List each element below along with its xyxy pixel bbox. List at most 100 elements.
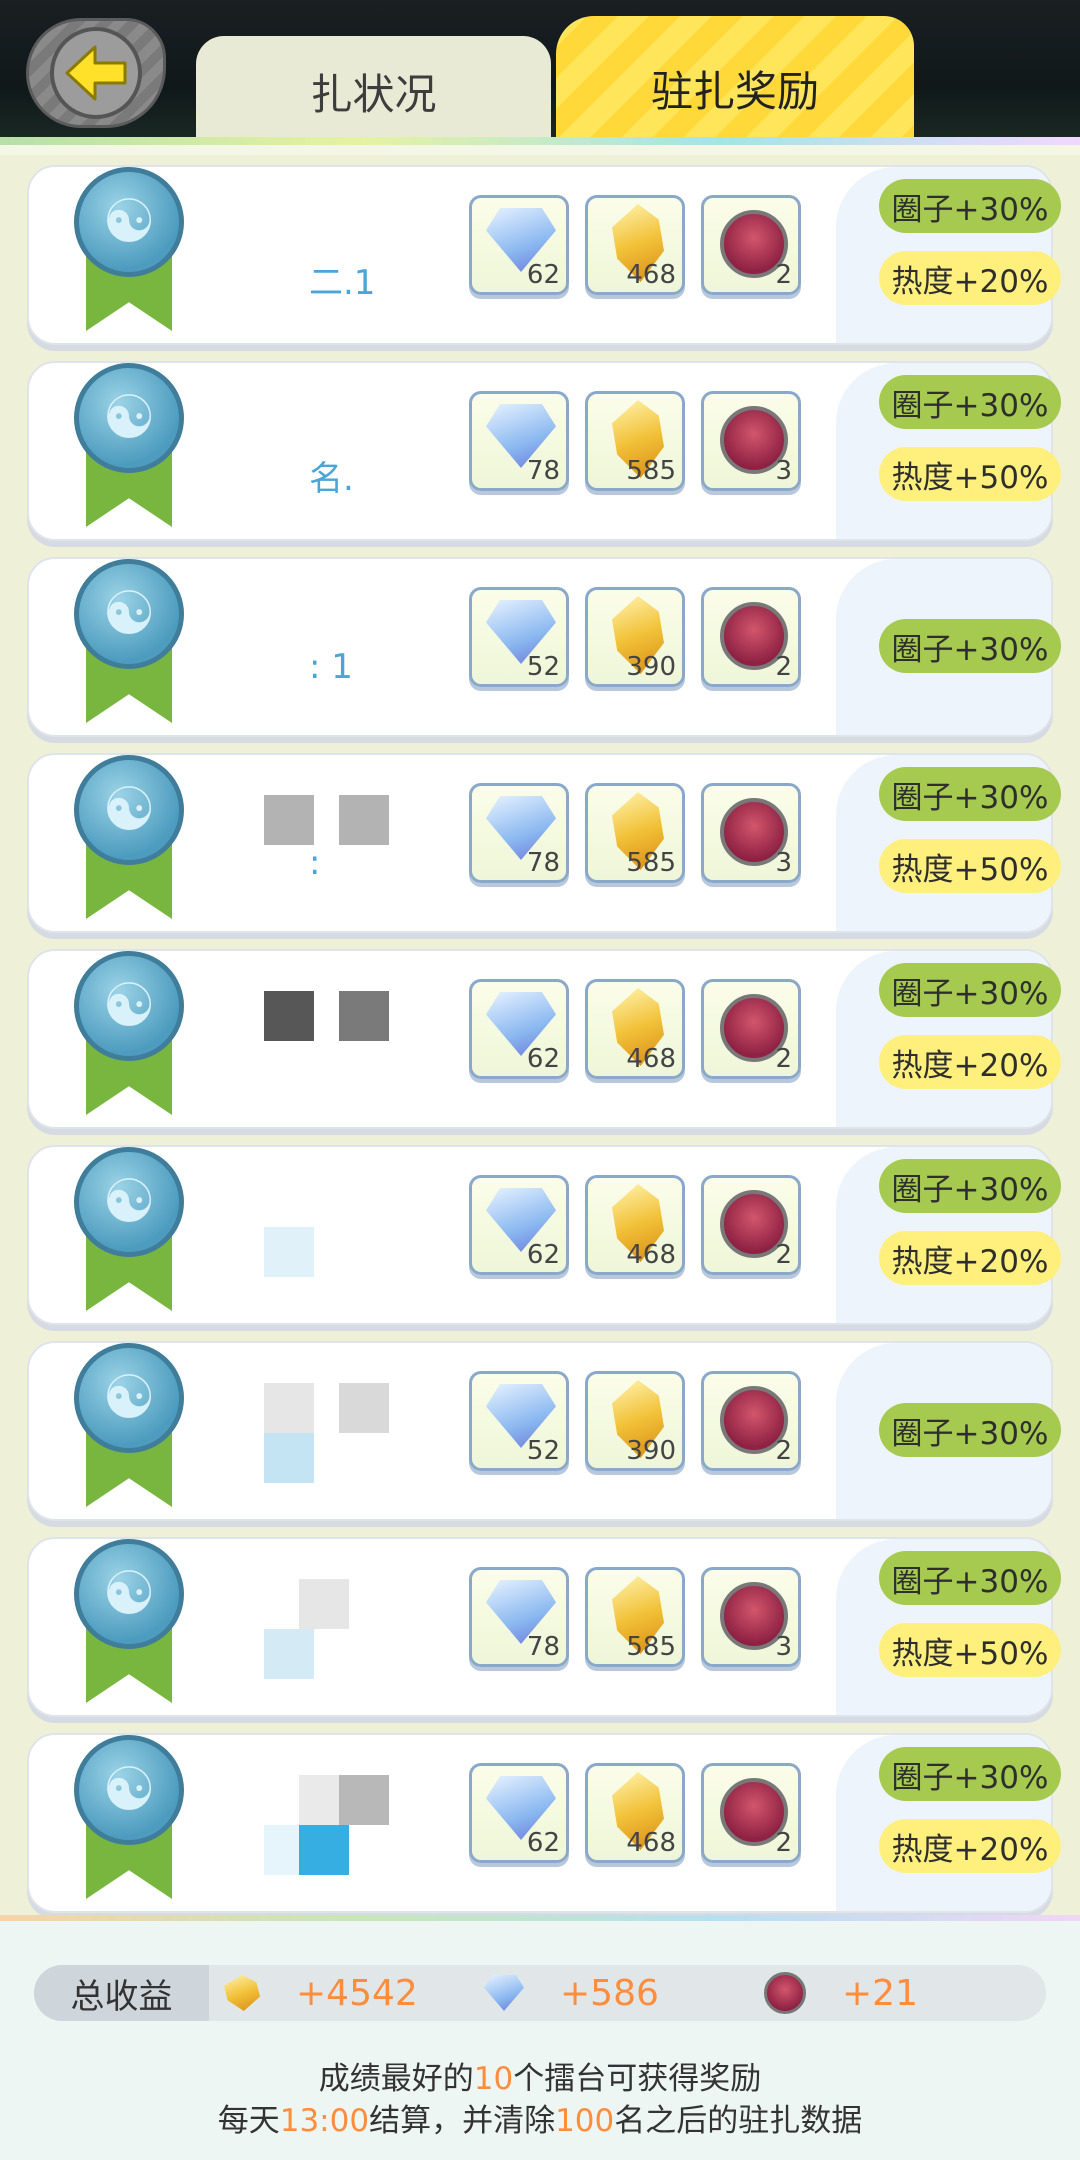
- beast-count: 2: [775, 260, 792, 290]
- circle-bonus-badge: 圈子+30%: [879, 375, 1061, 429]
- reward-gem[interactable]: 78: [469, 783, 569, 883]
- name-mask: 名.: [229, 363, 479, 538]
- pixelated-block: [299, 1579, 349, 1629]
- pixelated-block: [299, 1825, 349, 1875]
- reward-beast[interactable]: 3: [701, 783, 801, 883]
- total-crystal: +4542: [224, 1965, 418, 2021]
- beast-badge-icon: [764, 1972, 806, 2014]
- gold-crystal-icon: [224, 1975, 260, 2011]
- gem-count: 52: [526, 652, 560, 682]
- crystal-count: 585: [626, 456, 676, 486]
- reward-gem[interactable]: 52: [469, 587, 569, 687]
- arena-name: : 1: [309, 647, 353, 687]
- pixelated-block: [339, 1775, 389, 1825]
- total-gem-value: +586: [560, 1972, 659, 2014]
- reward-row: ☯ 62 468 2 圈子+30% 热度+20%: [27, 1733, 1061, 1913]
- beast-count: 2: [775, 1240, 792, 1270]
- name-mask: : 1: [229, 559, 479, 734]
- reward-gem[interactable]: 62: [469, 1763, 569, 1863]
- reward-row: ☯ 名. 78 585 3 圈子+30% 热度+50%: [27, 361, 1061, 541]
- beast-count: 2: [775, 652, 792, 682]
- medal-icon: ☯: [74, 1147, 184, 1317]
- medal-icon: ☯: [74, 559, 184, 729]
- crystal-count: 585: [626, 848, 676, 878]
- crystal-count: 585: [626, 1632, 676, 1662]
- circle-bonus-badge: 圈子+30%: [879, 963, 1061, 1017]
- reward-crystal[interactable]: 468: [585, 979, 685, 1079]
- crystal-count: 468: [626, 1044, 676, 1074]
- beast-count: 2: [775, 1828, 792, 1858]
- circle-bonus-badge: 圈子+30%: [879, 619, 1061, 673]
- heat-bonus-badge: 热度+20%: [879, 1231, 1061, 1285]
- total-beast: +21: [764, 1965, 918, 2021]
- heat-bonus-badge: 热度+50%: [879, 839, 1061, 893]
- reward-beast[interactable]: 2: [701, 587, 801, 687]
- reward-beast[interactable]: 2: [701, 979, 801, 1079]
- reward-gem[interactable]: 62: [469, 195, 569, 295]
- name-mask: [229, 1735, 479, 1910]
- circle-bonus-badge: 圈子+30%: [879, 1747, 1061, 1801]
- reward-crystal[interactable]: 468: [585, 195, 685, 295]
- reward-row: ☯ 52 390 2 圈子+30%: [27, 1341, 1061, 1521]
- pixelated-block: [264, 1227, 314, 1277]
- reward-list[interactable]: ☯ 二.1 62 468 2 圈子+30% 热度+20% ☯ 名. 78 585…: [0, 155, 1080, 1915]
- reward-beast[interactable]: 3: [701, 1567, 801, 1667]
- reward-row: ☯ 62 468 2 圈子+30% 热度+20%: [27, 1145, 1061, 1325]
- total-beast-value: +21: [842, 1972, 918, 2014]
- beast-count: 3: [775, 1632, 792, 1662]
- beast-count: 3: [775, 848, 792, 878]
- gem-count: 52: [526, 1436, 560, 1466]
- pixelated-block: [264, 795, 314, 845]
- crystal-count: 390: [626, 1436, 676, 1466]
- name-mask: [229, 951, 479, 1126]
- reward-beast[interactable]: 2: [701, 195, 801, 295]
- tab-garrison-reward[interactable]: 驻扎奖励: [556, 16, 914, 145]
- heat-bonus-badge: 热度+20%: [879, 1035, 1061, 1089]
- reward-beast[interactable]: 2: [701, 1763, 801, 1863]
- reward-crystal[interactable]: 585: [585, 783, 685, 883]
- gem-count: 62: [526, 1240, 560, 1270]
- reward-crystal[interactable]: 390: [585, 587, 685, 687]
- heat-bonus-badge: 热度+50%: [879, 1623, 1061, 1677]
- beast-count: 3: [775, 456, 792, 486]
- note-line-1: 成绩最好的10个擂台可获得奖励: [318, 2061, 762, 2097]
- heat-bonus-badge: 热度+50%: [879, 447, 1061, 501]
- reward-beast[interactable]: 3: [701, 391, 801, 491]
- pixelated-block: [339, 795, 389, 845]
- reward-row: ☯ 62 468 2 圈子+30% 热度+20%: [27, 949, 1061, 1129]
- medal-icon: ☯: [74, 1343, 184, 1513]
- circle-bonus-badge: 圈子+30%: [879, 1159, 1061, 1213]
- reward-gem[interactable]: 62: [469, 1175, 569, 1275]
- pixelated-block: [339, 991, 389, 1041]
- crystal-count: 390: [626, 652, 676, 682]
- reward-crystal[interactable]: 585: [585, 1567, 685, 1667]
- pixelated-block: [264, 991, 314, 1041]
- reward-row: ☯ : 78 585 3 圈子+30% 热度+50%: [27, 753, 1061, 933]
- circle-bonus-badge: 圈子+30%: [879, 1403, 1061, 1457]
- pixelated-block: [339, 1383, 389, 1433]
- reward-beast[interactable]: 2: [701, 1371, 801, 1471]
- name-mask: [229, 1147, 479, 1322]
- footer-summary: 总收益 +4542 +586 +21 成绩最好的10个擂台可获得奖励 每天13:…: [0, 1915, 1080, 2160]
- reward-crystal[interactable]: 468: [585, 1763, 685, 1863]
- reward-crystal[interactable]: 390: [585, 1371, 685, 1471]
- medal-icon: ☯: [74, 167, 184, 337]
- reward-crystal[interactable]: 585: [585, 391, 685, 491]
- back-button[interactable]: [26, 18, 166, 128]
- reward-row: ☯ 二.1 62 468 2 圈子+30% 热度+20%: [27, 165, 1061, 345]
- gem-count: 62: [526, 1044, 560, 1074]
- reward-beast[interactable]: 2: [701, 1175, 801, 1275]
- crystal-count: 468: [626, 260, 676, 290]
- crystal-count: 468: [626, 1240, 676, 1270]
- gem-count: 62: [526, 260, 560, 290]
- pixelated-block: [264, 1629, 314, 1679]
- diamond-gem-icon: [484, 1975, 524, 2011]
- tab-garrison-status[interactable]: 扎状况: [196, 36, 551, 145]
- reward-crystal[interactable]: 468: [585, 1175, 685, 1275]
- reward-gem[interactable]: 78: [469, 1567, 569, 1667]
- name-mask: [229, 1539, 479, 1714]
- reward-gem[interactable]: 62: [469, 979, 569, 1079]
- reward-gem[interactable]: 78: [469, 391, 569, 491]
- circle-bonus-badge: 圈子+30%: [879, 1551, 1061, 1605]
- reward-gem[interactable]: 52: [469, 1371, 569, 1471]
